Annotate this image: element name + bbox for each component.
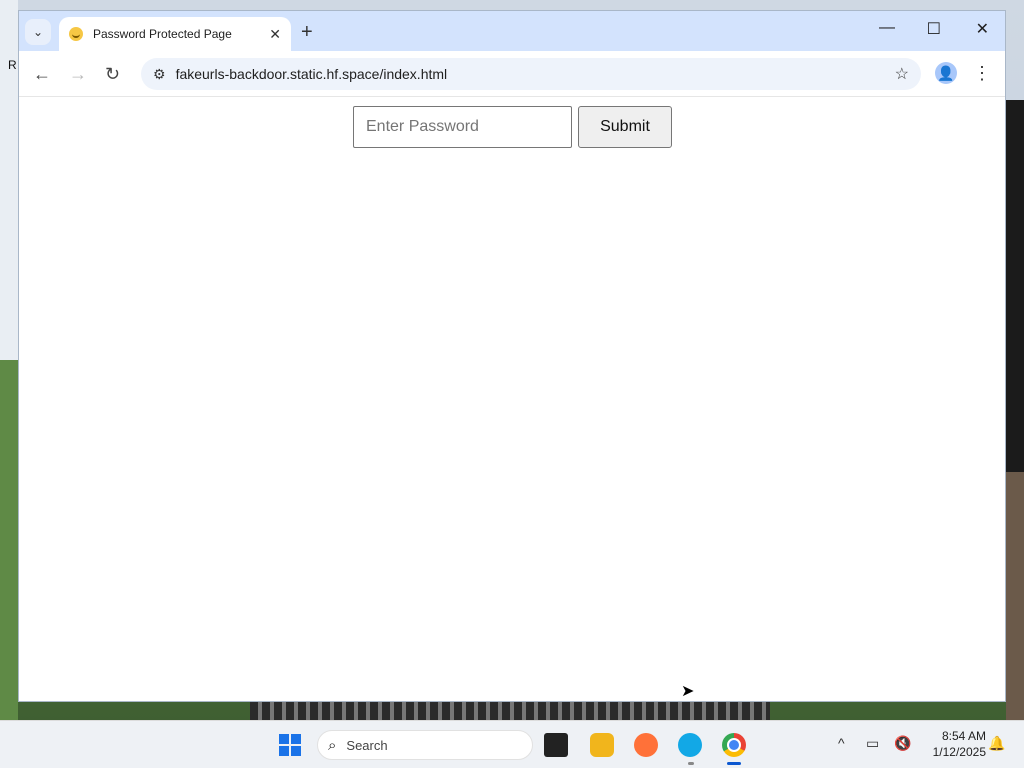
search-label: Search — [346, 737, 388, 753]
task-view-icon[interactable] — [544, 733, 568, 757]
maximize-button[interactable]: ☐ — [927, 19, 941, 39]
forward-button[interactable]: → — [69, 64, 87, 85]
volume-muted-icon[interactable]: 🔇 — [894, 735, 911, 752]
password-input[interactable] — [353, 106, 572, 148]
address-bar[interactable]: ⚙ fakeurls-backdoor.static.hf.space/inde… — [141, 58, 921, 90]
firefox-icon[interactable] — [634, 733, 658, 757]
new-tab-button[interactable]: + — [301, 21, 313, 44]
search-icon: ⌕ — [328, 736, 337, 754]
tab-strip: ⌄ Password Protected Page ✕ + — ☐ ✕ — [19, 11, 1005, 51]
tray-overflow-chevron-icon[interactable]: ^ — [838, 735, 845, 751]
close-tab-icon[interactable]: ✕ — [269, 26, 281, 43]
url-text[interactable]: fakeurls-backdoor.static.hf.space/index.… — [176, 66, 895, 82]
edge-icon[interactable] — [678, 733, 702, 757]
browser-toolbar: ← → ↻ ⚙ fakeurls-backdoor.static.hf.spac… — [19, 51, 1005, 97]
minimize-button[interactable]: — — [879, 19, 895, 37]
profile-avatar-icon[interactable]: 👤 — [935, 62, 957, 84]
taskbar: ⌕ Search ^ ▭ 🔇 8:54 AM 1/12/2025 🔔 — [0, 720, 1024, 768]
bookmark-star-icon[interactable]: ☆ — [895, 64, 909, 84]
desktop-left-strip — [0, 0, 18, 720]
tab-password-protected-page[interactable]: Password Protected Page ✕ — [59, 17, 291, 51]
desktop-right-strip — [1006, 100, 1024, 720]
browser-window: ⌄ Password Protected Page ✕ + — ☐ ✕ ← → … — [18, 10, 1006, 702]
taskbar-search[interactable]: ⌕ Search — [317, 730, 533, 760]
back-button[interactable]: ← — [33, 64, 51, 85]
display-icon[interactable]: ▭ — [866, 735, 879, 752]
mouse-cursor-icon: ➤ — [681, 683, 695, 700]
chrome-active-indicator — [727, 762, 741, 765]
site-info-icon[interactable]: ⚙ — [153, 66, 166, 83]
chevron-down-icon: ⌄ — [32, 25, 44, 39]
tab-search-button[interactable]: ⌄ — [25, 19, 51, 45]
chrome-icon[interactable] — [722, 733, 746, 757]
browser-menu-icon[interactable]: ⋮ — [973, 63, 991, 84]
clock-date: 1/12/2025 — [932, 745, 986, 759]
reload-button[interactable]: ↻ — [105, 64, 120, 85]
notification-bell-icon[interactable]: 🔔 — [988, 735, 1005, 752]
submit-button[interactable]: Submit — [578, 106, 672, 148]
file-explorer-icon[interactable] — [590, 733, 614, 757]
favicon-icon — [69, 27, 83, 41]
close-window-button[interactable]: ✕ — [976, 19, 989, 39]
clock-time: 8:54 AM — [941, 729, 986, 743]
taskbar-clock[interactable]: 8:54 AM 1/12/2025 — [920, 728, 986, 760]
tab-title: Password Protected Page — [93, 27, 232, 41]
desktop-edge-label: R — [8, 58, 17, 72]
desktop-fence — [250, 700, 770, 720]
page-content: Submit ➤ — [19, 97, 1005, 701]
edge-running-indicator — [688, 762, 694, 765]
windows-start-icon[interactable] — [279, 734, 301, 756]
